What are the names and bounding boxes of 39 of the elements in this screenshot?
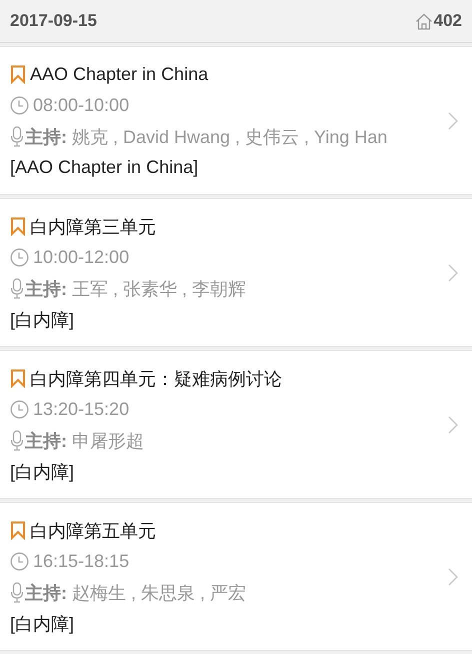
clock-icon bbox=[10, 248, 29, 267]
session-title: 白内障第五单元 bbox=[30, 520, 156, 542]
session-time: 16:15-18:15 bbox=[33, 551, 130, 572]
microphone-icon bbox=[10, 126, 24, 147]
room-number: 402 bbox=[434, 11, 462, 31]
home-icon bbox=[414, 12, 433, 30]
session-card[interactable]: 白内障第五单元 16:15-18:15 主持: 赵梅生 , 朱思泉 , 严宏 [白内障] bbox=[0, 502, 472, 651]
clock-icon bbox=[10, 400, 29, 419]
session-hosts: 主持: 申屠形超 bbox=[25, 430, 144, 452]
bookmark-icon bbox=[10, 65, 26, 84]
date-label: 2017-09-15 bbox=[10, 11, 97, 31]
session-track: [白内障] bbox=[10, 460, 74, 484]
clock-icon bbox=[10, 552, 29, 571]
chevron-right-icon bbox=[448, 112, 458, 130]
session-card[interactable]: AAO Chapter in China 08:00-10:00 主持: 姚克 , David Hwang , 史伟云 , Ying Han [AAO Chapter in China] bbox=[0, 46, 472, 195]
microphone-icon bbox=[10, 278, 24, 299]
session-time: 10:00-12:00 bbox=[33, 247, 130, 268]
chevron-right-icon bbox=[448, 264, 458, 282]
microphone-icon bbox=[10, 582, 24, 603]
session-hosts: 主持: 王军 , 张素华 , 李朝辉 bbox=[25, 278, 246, 300]
session-card[interactable]: 白内障第四单元：疑难病例讨论 13:20-15:20 主持: 申屠形超 [白内障] bbox=[0, 350, 472, 499]
microphone-icon bbox=[10, 430, 24, 451]
session-card[interactable]: 白内障第三单元 10:00-12:00 主持: 王军 , 张素华 , 李朝辉 [白内障] bbox=[0, 198, 472, 347]
chevron-right-icon bbox=[448, 416, 458, 434]
bookmark-icon bbox=[10, 521, 26, 540]
session-title: AAO Chapter in China bbox=[30, 64, 208, 85]
clock-icon bbox=[10, 96, 29, 115]
session-hosts: 主持: 赵梅生 , 朱思泉 , 严宏 bbox=[25, 582, 246, 604]
session-track: [白内障] bbox=[10, 612, 74, 636]
chevron-right-icon bbox=[448, 568, 458, 586]
session-title: 白内障第四单元：疑难病例讨论 bbox=[30, 368, 282, 390]
session-title: 白内障第三单元 bbox=[30, 216, 156, 238]
session-track: [白内障] bbox=[10, 308, 74, 332]
session-time: 08:00-10:00 bbox=[33, 95, 130, 116]
bookmark-icon bbox=[10, 217, 26, 236]
session-time: 13:20-15:20 bbox=[33, 399, 130, 420]
bookmark-icon bbox=[10, 369, 26, 388]
session-hosts: 主持: 姚克 , David Hwang , 史伟云 , Ying Han bbox=[25, 126, 388, 148]
session-track: [AAO Chapter in China] bbox=[10, 157, 198, 178]
